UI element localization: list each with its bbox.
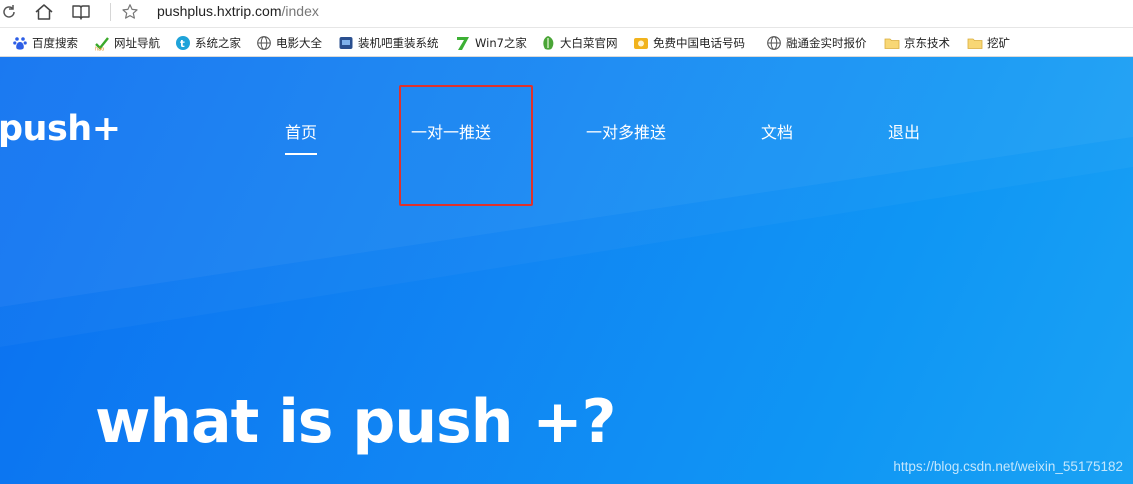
bookmark-movies[interactable]: 电影大全 [256,34,322,52]
bookmark-rongtong[interactable]: 融通金实时报价 [766,34,867,52]
hero-headline: what is push +? [95,387,616,457]
site-logo[interactable]: push+ [0,109,121,149]
bookmark-phone[interactable]: 免费中国电话号码 [633,34,745,52]
star-icon[interactable] [119,1,141,23]
phone-icon [633,35,649,51]
bookmark-label: 免费中国电话号码 [653,36,745,50]
dabaicai-icon [540,35,556,51]
folder-icon [967,35,983,51]
bookmark-dabaicai[interactable]: 大白菜官网 [540,34,618,52]
bookmark-label: 百度搜索 [32,36,78,50]
globe-icon [256,35,272,51]
svg-text:hao: hao [95,47,104,52]
bookmark-label: 融通金实时报价 [786,36,867,50]
bookmark-label: 装机吧重装系统 [358,36,439,50]
bookmark-win7[interactable]: Win7之家 [455,34,527,52]
zhuangji-icon [338,35,354,51]
watermark-text: https://blog.csdn.net/weixin_55175182 [893,459,1123,474]
reading-mode-icon[interactable] [70,1,92,23]
xitong-icon: t [175,35,191,51]
annotation-highlight-box [399,85,533,206]
win7-icon [455,35,471,51]
bookmark-zhuangji[interactable]: 装机吧重装系统 [338,34,439,52]
bookmark-label: 电影大全 [276,36,322,50]
bookmark-label: 系统之家 [195,36,241,50]
hao-icon: hao [94,35,110,51]
toolbar-separator [110,3,111,21]
hero-section: push+ 首页 一对一推送 一对多推送 文档 退出 what is push … [0,57,1133,484]
bookmark-mining[interactable]: 挖矿 [967,34,1010,52]
bookmark-label: 京东技术 [904,36,950,50]
baidu-paw-icon [12,35,28,51]
nav-home[interactable]: 首页 [285,119,317,143]
bookmark-jd-tech[interactable]: 京东技术 [884,34,950,52]
nav-docs[interactable]: 文档 [761,119,793,143]
home-icon[interactable] [33,1,55,23]
bookmarks-bar: 百度搜索 hao 网址导航 t 系统之家 电影大全 装机吧重装系统 Win7之家… [0,27,1133,57]
bookmark-baidu[interactable]: 百度搜索 [12,34,78,52]
bookmark-label: 大白菜官网 [560,36,618,50]
refresh-icon[interactable] [0,1,20,23]
bookmark-xitong[interactable]: t 系统之家 [175,34,241,52]
url-host: pushplus.hxtrip.com [157,3,282,19]
bookmark-hao[interactable]: hao 网址导航 [94,34,160,52]
bookmark-label: 挖矿 [987,36,1010,50]
nav-logout[interactable]: 退出 [888,119,920,143]
svg-text:t: t [180,39,185,50]
nav-one-to-many-push[interactable]: 一对多推送 [586,119,666,143]
folder-icon [884,35,900,51]
url-path: /index [281,3,319,19]
bookmark-label: Win7之家 [475,36,527,50]
bookmark-label: 网址导航 [114,36,160,50]
address-bar: pushplus.hxtrip.com/index [0,0,1133,27]
nav-active-indicator [285,153,317,155]
globe-icon [766,35,782,51]
url-field[interactable]: pushplus.hxtrip.com/index [157,2,319,20]
